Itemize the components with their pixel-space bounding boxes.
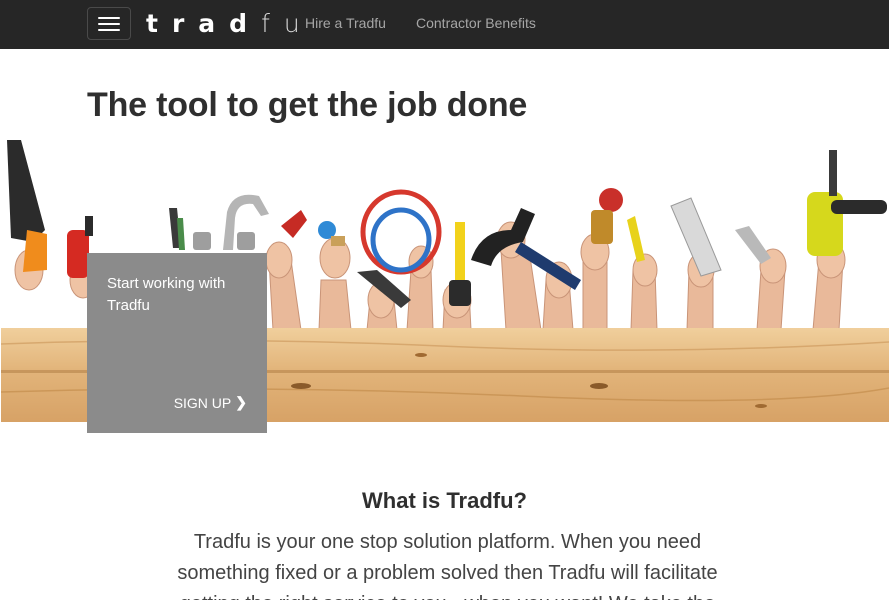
sign-up-button-label: SIGN UP bbox=[173, 394, 232, 411]
nav-link-hire[interactable]: Hire a Tradfu bbox=[305, 15, 386, 31]
navbar: t r a d f u Hire a Tradfu Contractor Ben… bbox=[0, 0, 889, 49]
about-title: What is Tradfu? bbox=[362, 488, 527, 513]
brand-letter: a bbox=[198, 9, 216, 38]
chevron-right-icon: ❯ bbox=[235, 394, 247, 410]
brand-letter: t bbox=[146, 9, 158, 38]
brand-letter: d bbox=[229, 9, 248, 38]
sign-up-button[interactable]: SIGN UP ❯ bbox=[174, 394, 247, 411]
nav-link-contractor-benefits[interactable]: Contractor Benefits bbox=[416, 15, 536, 31]
brand-logo[interactable]: t r a d f u bbox=[146, 8, 314, 40]
brand-letter: f bbox=[261, 9, 270, 38]
about-text: Tradfu is your one stop solution platfor… bbox=[177, 531, 718, 600]
brand-letter: r bbox=[171, 9, 185, 38]
signup-card: Start working with Tradfu SIGN UP ❯ bbox=[87, 253, 267, 433]
hamburger-menu-icon[interactable] bbox=[87, 7, 131, 40]
signup-card-text: Start working with Tradfu bbox=[107, 275, 226, 314]
brand-letter: u bbox=[283, 9, 300, 38]
hero-title: The tool to get the job done bbox=[87, 86, 528, 124]
